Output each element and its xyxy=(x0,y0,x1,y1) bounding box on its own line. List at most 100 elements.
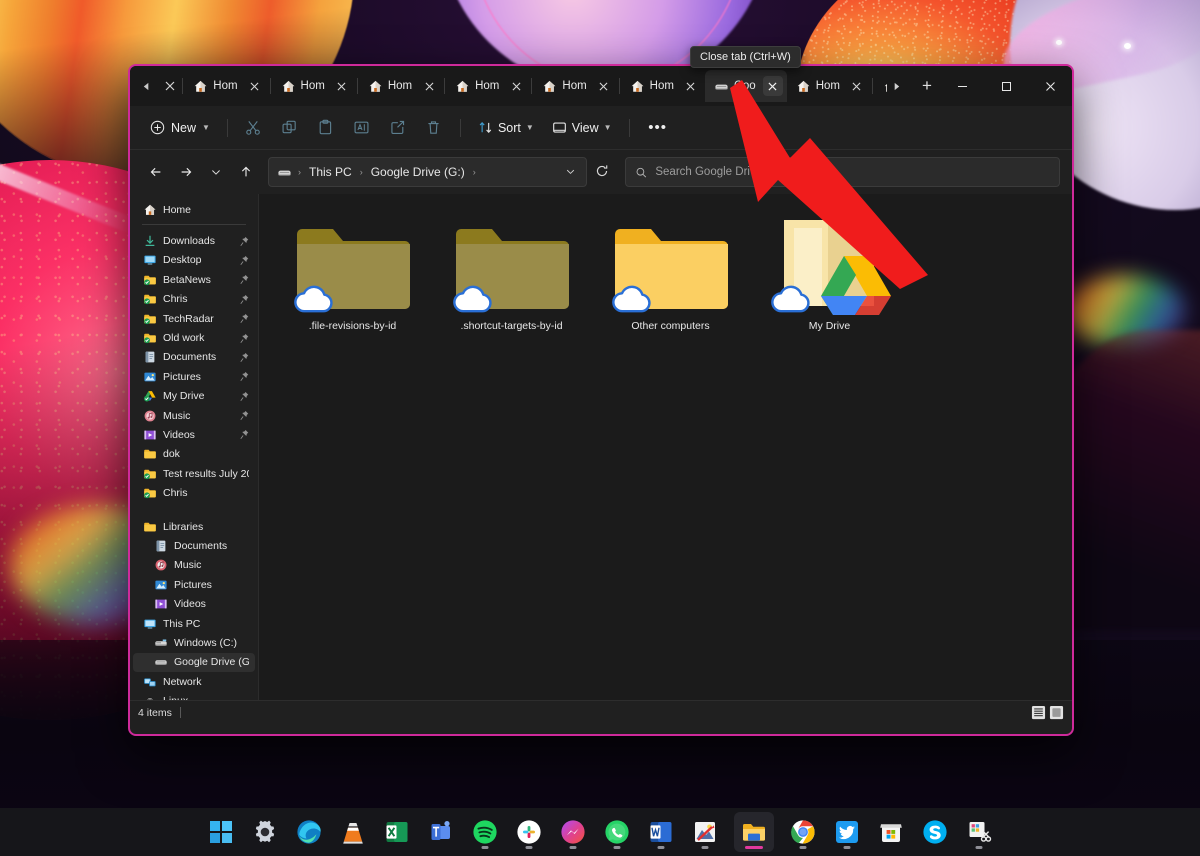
view-button[interactable]: View ▼ xyxy=(544,113,620,143)
tab-scroll-right-button[interactable] xyxy=(887,72,906,100)
pin-icon[interactable] xyxy=(240,410,249,421)
cut-button[interactable] xyxy=(237,113,271,143)
close-tab-button[interactable] xyxy=(762,76,783,96)
sidebar-item-test-results-july-2022[interactable]: Test results July 2022 xyxy=(133,464,255,483)
tab-6[interactable]: Hom xyxy=(621,70,705,102)
pin-icon[interactable] xyxy=(240,236,249,247)
tab-strip[interactable]: Hom Hom Hom Hom Hom Hom Goo Hom + xyxy=(130,66,1072,106)
tab-google-drive[interactable]: Goo xyxy=(704,70,787,102)
address-bar[interactable]: › This PC › Google Drive (G:) › xyxy=(268,157,587,187)
taskbar-twitter-button[interactable] xyxy=(832,812,862,852)
taskbar-start-button[interactable] xyxy=(206,812,236,852)
sidebar-item-libraries-videos[interactable]: Videos xyxy=(133,594,255,613)
new-tab-button[interactable]: + xyxy=(914,72,940,100)
sidebar-item-dok[interactable]: dok xyxy=(133,445,255,464)
taskbar-messenger-button[interactable] xyxy=(558,812,588,852)
rename-button[interactable] xyxy=(345,113,379,143)
file-item[interactable]: My Drive xyxy=(750,208,909,346)
copy-button[interactable] xyxy=(273,113,307,143)
sidebar-item-pictures[interactable]: Pictures xyxy=(133,367,255,386)
sidebar-item-techradar[interactable]: TechRadar xyxy=(133,309,255,328)
tab-1[interactable]: Hom xyxy=(184,70,268,102)
address-bar-row[interactable]: › This PC › Google Drive (G:) › xyxy=(130,150,1072,194)
large-icons-view-icon[interactable] xyxy=(1049,705,1064,720)
sidebar-item-linux[interactable]: Linux xyxy=(133,691,255,700)
pin-icon[interactable] xyxy=(240,371,249,382)
tab-close-button-3[interactable] xyxy=(419,76,439,96)
sidebar-item-videos[interactable]: Videos xyxy=(133,425,255,444)
pin-icon[interactable] xyxy=(240,352,249,363)
sidebar-item-home[interactable]: Home xyxy=(133,200,255,219)
up-button[interactable] xyxy=(232,157,260,187)
taskbar-chrome-button[interactable] xyxy=(788,812,818,852)
search-box[interactable] xyxy=(625,157,1060,187)
pin-icon[interactable] xyxy=(240,391,249,402)
sidebar-item-chris[interactable]: Chris xyxy=(133,290,255,309)
breadcrumb-this-pc[interactable]: This PC xyxy=(304,162,357,182)
window-close-button[interactable] xyxy=(1028,66,1072,106)
tab-close-button-4[interactable] xyxy=(506,76,526,96)
file-item[interactable]: Other computers xyxy=(591,208,750,346)
more-options-button[interactable]: ••• xyxy=(643,113,673,143)
sidebar-item-old-work[interactable]: Old work xyxy=(133,328,255,347)
taskbar-snipping-tool-button[interactable] xyxy=(964,812,994,852)
tab-2[interactable]: Hom xyxy=(272,70,356,102)
sidebar-item-libraries-documents[interactable]: Documents xyxy=(133,536,255,555)
sidebar-item-music[interactable]: Music xyxy=(133,406,255,425)
pin-icon[interactable] xyxy=(240,274,249,285)
taskbar-spotify-button[interactable] xyxy=(470,812,500,852)
tab-partial-next[interactable] xyxy=(874,70,887,102)
tab-scroll-left-button[interactable] xyxy=(136,72,157,100)
share-button[interactable] xyxy=(381,113,415,143)
tab-8[interactable]: Hom xyxy=(787,70,871,102)
window-controls[interactable] xyxy=(940,66,1072,106)
maximize-button[interactable] xyxy=(984,66,1028,106)
view-toggle-group[interactable] xyxy=(1031,705,1064,720)
tab-close-button-2[interactable] xyxy=(332,76,352,96)
sidebar-item-libraries-pictures[interactable]: Pictures xyxy=(133,575,255,594)
navigation-pane[interactable]: Home Downloads Desktop BetaNews Chris Te… xyxy=(130,194,258,700)
tab-close-button-8[interactable] xyxy=(847,76,867,96)
sidebar-item-chris-2[interactable]: Chris xyxy=(133,483,255,502)
details-view-icon[interactable] xyxy=(1031,705,1046,720)
pin-icon[interactable] xyxy=(240,255,249,266)
taskbar-slack-button[interactable] xyxy=(514,812,544,852)
taskbar-photo-editor-button[interactable] xyxy=(690,812,720,852)
sidebar-item-betanews[interactable]: BetaNews xyxy=(133,270,255,289)
tab-5[interactable]: Hom xyxy=(533,70,617,102)
sidebar-item-google-drive-g[interactable]: Google Drive (G:) xyxy=(133,652,255,672)
breadcrumb-google-drive[interactable]: Google Drive (G:) xyxy=(366,162,470,182)
taskbar-teams-button[interactable] xyxy=(426,812,456,852)
tab-close-button-0[interactable] xyxy=(159,73,182,99)
pin-icon[interactable] xyxy=(240,333,249,344)
search-input[interactable] xyxy=(655,166,1050,178)
pin-icon[interactable] xyxy=(240,313,249,324)
sidebar-item-downloads[interactable]: Downloads xyxy=(133,231,255,250)
sidebar-item-windows-c[interactable]: Windows (C:) xyxy=(133,633,255,652)
taskbar-edge-button[interactable] xyxy=(294,812,324,852)
sidebar-item-my-drive[interactable]: My Drive xyxy=(133,387,255,406)
taskbar-whatsapp-button[interactable] xyxy=(602,812,632,852)
recent-locations-button[interactable] xyxy=(202,157,230,187)
taskbar[interactable] xyxy=(0,808,1200,856)
tab-close-button-5[interactable] xyxy=(594,76,614,96)
refresh-button[interactable] xyxy=(589,164,615,181)
tab-close-button-1[interactable] xyxy=(245,76,265,96)
taskbar-file-explorer-button[interactable] xyxy=(734,812,774,852)
file-explorer-window[interactable]: Hom Hom Hom Hom Hom Hom Goo Hom + New ▼ … xyxy=(128,64,1074,736)
desktop[interactable]: Close tab (Ctrl+W) Hom Hom Hom Hom Hom H… xyxy=(0,0,1200,856)
new-button[interactable]: New ▼ xyxy=(142,113,218,143)
minimize-button[interactable] xyxy=(940,66,984,106)
taskbar-excel-button[interactable] xyxy=(382,812,412,852)
delete-button[interactable] xyxy=(417,113,451,143)
file-item[interactable]: .shortcut-targets-by-id xyxy=(432,208,591,346)
taskbar-store-button[interactable] xyxy=(876,812,906,852)
sidebar-item-this-pc[interactable]: This PC xyxy=(133,614,255,633)
paste-button[interactable] xyxy=(309,113,343,143)
back-button[interactable] xyxy=(142,157,170,187)
taskbar-settings-button[interactable] xyxy=(250,812,280,852)
sort-button[interactable]: Sort ▼ xyxy=(470,113,542,143)
tab-close-button-6[interactable] xyxy=(681,76,701,96)
pin-icon[interactable] xyxy=(240,429,249,440)
sidebar-item-libraries[interactable]: Libraries xyxy=(133,517,255,536)
